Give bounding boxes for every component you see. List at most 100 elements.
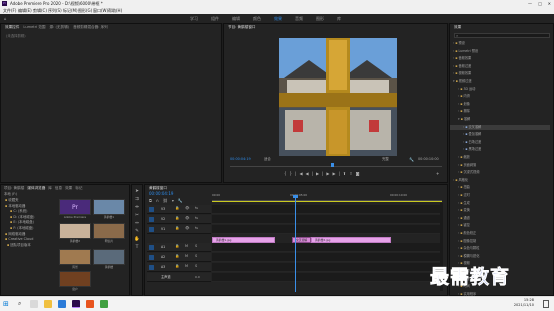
effects-list-item[interactable]: ▾▪视频过渡 bbox=[450, 79, 550, 84]
expand-arrow-icon[interactable]: ▾ bbox=[453, 79, 455, 83]
media-thumbnail[interactable]: 风景 bbox=[59, 249, 91, 271]
effects-item-label: 扭曲 bbox=[463, 185, 470, 190]
media-thumbnail[interactable]: Pr Adobe Premiere bbox=[59, 199, 91, 221]
effects-item-label: 模糊与锐化 bbox=[463, 253, 480, 258]
panel-tab[interactable]: 信息 bbox=[55, 186, 62, 190]
folder-tree-item[interactable]: ▪ 团队项目版本 bbox=[4, 243, 56, 249]
minimize-icon[interactable]: — bbox=[528, 0, 532, 8]
wrench-icon[interactable]: 🔧 bbox=[409, 157, 414, 162]
effects-list-item[interactable]: ›▪颜色校正 bbox=[450, 231, 550, 236]
home-icon[interactable]: ⌂ bbox=[4, 14, 7, 23]
panel-tab[interactable]: 库 bbox=[48, 186, 52, 190]
effects-list-item[interactable]: ›▪沉浸式视频 bbox=[450, 170, 550, 175]
file-explorer-icon[interactable] bbox=[44, 300, 52, 308]
folder-icon: ▪ bbox=[460, 117, 463, 121]
workspace-tab[interactable]: 编辑 bbox=[232, 14, 240, 23]
effects-list-item[interactable]: ›▪风格化 bbox=[450, 178, 550, 183]
playhead-handle[interactable] bbox=[293, 195, 298, 198]
video-clip[interactable]: 黄鹤楼1.jpg bbox=[212, 237, 275, 243]
program-scrub-bar[interactable] bbox=[230, 166, 442, 167]
effects-list-item[interactable]: ›▪缩放 bbox=[450, 155, 550, 160]
panel-tab[interactable]: 标记 bbox=[75, 186, 82, 190]
media-thumbnail[interactable]: 明信片 bbox=[93, 223, 125, 245]
panel-tab[interactable]: 媒体浏览器 bbox=[27, 186, 45, 190]
workspace-tab[interactable]: 颜色 bbox=[253, 14, 261, 23]
media-thumbnail[interactable]: 窗户 bbox=[59, 271, 91, 293]
hand-tool-icon[interactable]: ✋ bbox=[132, 236, 142, 244]
effects-list-item[interactable]: ›▪内滑 bbox=[450, 94, 550, 99]
effects-list-item[interactable]: ›▪划像 bbox=[450, 102, 550, 107]
text-tool-icon[interactable]: T bbox=[132, 244, 142, 252]
effects-list-item[interactable]: ›▪变换 bbox=[450, 208, 550, 213]
workspace-tab[interactable]: 效果 bbox=[274, 14, 282, 23]
effects-list-item[interactable]: ›▪键控 bbox=[450, 223, 550, 228]
panel-tab[interactable]: 效果控件 bbox=[5, 25, 19, 29]
effects-list-item[interactable]: ›▪杂色与颗粒 bbox=[450, 246, 550, 251]
effects-list-item[interactable]: ▾▪溶解 bbox=[450, 117, 550, 122]
workspace-tab[interactable]: 图形 bbox=[316, 14, 324, 23]
effects-list-item[interactable]: ›▪音频效果 bbox=[450, 56, 550, 61]
premiere-taskbar-icon[interactable] bbox=[72, 300, 80, 308]
workspace-tab[interactable]: 库 bbox=[337, 14, 341, 23]
effects-search-input[interactable]: ⌕ bbox=[454, 33, 550, 38]
selection-tool-icon[interactable]: ➤ bbox=[132, 188, 142, 196]
program-playhead[interactable] bbox=[331, 163, 334, 167]
add-button-icon[interactable]: + bbox=[436, 171, 439, 176]
workspace-tab[interactable]: 学习 bbox=[190, 14, 198, 23]
search-icon[interactable]: ⌕ bbox=[18, 300, 21, 308]
media-thumbnail[interactable]: 黄鹤楼 bbox=[93, 249, 125, 271]
workspace-tab[interactable]: 音频 bbox=[295, 14, 303, 23]
effects-list-item[interactable]: ›▪音频过渡 bbox=[450, 64, 550, 69]
effects-list-item[interactable]: ›▪页面剥落 bbox=[450, 163, 550, 168]
step-forward-icon[interactable]: |▶ bbox=[322, 171, 332, 176]
track-select-icon[interactable]: ⇉ bbox=[132, 196, 142, 204]
panel-tab[interactable]: 源: (无剪辑) bbox=[50, 25, 70, 29]
wechat-icon[interactable] bbox=[100, 300, 108, 308]
expand-arrow-icon[interactable]: ▾ bbox=[458, 117, 460, 121]
image-thumbnail bbox=[93, 199, 125, 215]
workspace-tab[interactable]: 组件 bbox=[211, 14, 219, 23]
effects-list-item[interactable]: ›▪视频效果 bbox=[450, 71, 550, 76]
effects-list-item[interactable]: ›▪生成 bbox=[450, 201, 550, 206]
app-icon[interactable] bbox=[86, 300, 94, 308]
panel-tab[interactable]: 效果 bbox=[65, 186, 72, 190]
fit-dropdown[interactable]: 适合 bbox=[264, 157, 271, 162]
notification-icon[interactable] bbox=[543, 300, 549, 308]
windows-start-icon[interactable]: ⊞ bbox=[3, 300, 9, 308]
pen-tool-icon[interactable]: ✎ bbox=[132, 228, 142, 236]
effects-list-item[interactable]: ›▪通道 bbox=[450, 216, 550, 221]
panel-tab[interactable]: 项目: 黄鹤楼 bbox=[4, 186, 24, 190]
video-clip[interactable]: 黄鹤楼2.jpg bbox=[311, 237, 391, 243]
task-view-icon[interactable] bbox=[30, 300, 38, 308]
ripple-edit-icon[interactable]: ⇹ bbox=[132, 204, 142, 212]
program-timecode-in[interactable]: 00:00:04:19 bbox=[230, 157, 251, 162]
effects-list-item[interactable]: ›▪图像控制 bbox=[450, 239, 550, 244]
effects-list-item[interactable]: ›▪扭曲 bbox=[450, 185, 550, 190]
effects-list-item[interactable]: ›▪过时 bbox=[450, 193, 550, 198]
panel-tab[interactable]: Lumetri 范围 bbox=[23, 25, 45, 29]
close-icon[interactable]: ✕ bbox=[548, 0, 551, 8]
panel-tab[interactable]: 音频剪辑混合器: 序列 bbox=[73, 25, 108, 29]
effects-list-item[interactable]: ›▪擦除 bbox=[450, 109, 550, 114]
quality-dropdown[interactable]: 完整 bbox=[382, 157, 389, 162]
maximize-icon[interactable]: □ bbox=[538, 0, 542, 8]
effects-list-item[interactable]: ›▪Lumetri 预设 bbox=[450, 49, 550, 54]
camera-icon[interactable]: ◙ bbox=[356, 171, 363, 176]
timeline-playhead[interactable] bbox=[295, 197, 296, 292]
effects-list-item[interactable]: ›▪交叉溶解 bbox=[450, 124, 550, 130]
slip-tool-icon[interactable]: ↔ bbox=[132, 220, 142, 228]
step-back-icon[interactable]: ◀| bbox=[306, 171, 316, 176]
effects-list-item[interactable]: ›▪白场过渡 bbox=[450, 140, 550, 145]
effects-list-item[interactable]: ›▪叠加溶解 bbox=[450, 132, 550, 137]
browser-icon[interactable] bbox=[58, 300, 66, 308]
media-thumbnail[interactable]: 黄鹤楼1 bbox=[93, 199, 125, 221]
effects-list-item[interactable]: ›▪3D 运动 bbox=[450, 87, 550, 92]
effects-list-item[interactable]: ›▪黑场过渡 bbox=[450, 147, 550, 152]
effects-list-item[interactable]: ›▪预设 bbox=[450, 41, 550, 46]
go-to-in-icon[interactable]: |◀ bbox=[295, 171, 305, 176]
effects-list-item[interactable]: ›▪模糊与锐化 bbox=[450, 254, 550, 259]
location-dropdown[interactable]: 本地 (F:) bbox=[4, 192, 17, 197]
go-to-out-icon[interactable]: ▶| bbox=[332, 171, 342, 176]
razor-tool-icon[interactable]: ✂ bbox=[132, 212, 142, 220]
media-thumbnail[interactable]: 黄鹤楼2 bbox=[59, 223, 91, 245]
